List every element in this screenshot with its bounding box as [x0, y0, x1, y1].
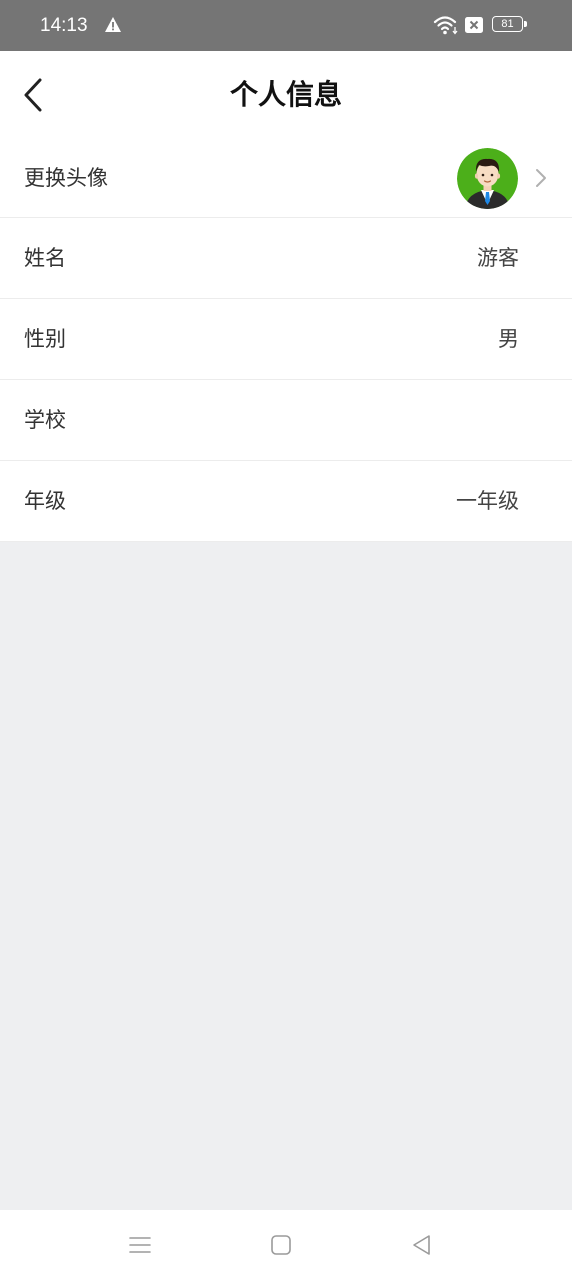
row-value: 游客	[477, 246, 519, 270]
header: 个人信息	[0, 51, 572, 139]
status-time: 14:13	[40, 15, 88, 36]
sim-icon	[465, 17, 483, 33]
system-nav-bar	[0, 1210, 572, 1280]
screen: 14:13 81 个人信息 更换头像 姓名 游客 性别 男 学校 年级 一年级	[0, 0, 572, 1280]
row-label: 性别	[24, 327, 66, 351]
row-value: 男	[498, 327, 519, 351]
page-title: 个人信息	[229, 78, 342, 111]
wifi-icon	[433, 16, 458, 35]
avatar-image	[457, 148, 518, 209]
row-label: 学校	[24, 408, 66, 432]
status-bar: 14:13 81	[0, 0, 572, 51]
back-triangle-icon[interactable]	[409, 1232, 435, 1258]
profile-info-list: 更换头像 姓名 游客 性别 男 学校 年级 一年级	[0, 139, 572, 542]
battery-icon: 81	[492, 16, 528, 34]
school-row[interactable]: 学校	[0, 380, 572, 461]
warning-icon	[105, 17, 121, 32]
row-label: 年级	[24, 489, 66, 513]
grade-row[interactable]: 年级 一年级	[0, 461, 572, 542]
change-avatar-row[interactable]: 更换头像	[0, 139, 572, 218]
name-row[interactable]: 姓名 游客	[0, 218, 572, 299]
home-icon[interactable]	[268, 1232, 294, 1258]
avatar[interactable]	[457, 148, 518, 209]
row-label: 更换头像	[24, 166, 108, 190]
battery-level: 81	[501, 18, 514, 30]
gender-row[interactable]: 性别 男	[0, 299, 572, 380]
row-label: 姓名	[24, 246, 66, 270]
menu-icon[interactable]	[127, 1232, 153, 1258]
chevron-right-icon	[536, 169, 546, 187]
row-value: 一年级	[456, 489, 519, 513]
